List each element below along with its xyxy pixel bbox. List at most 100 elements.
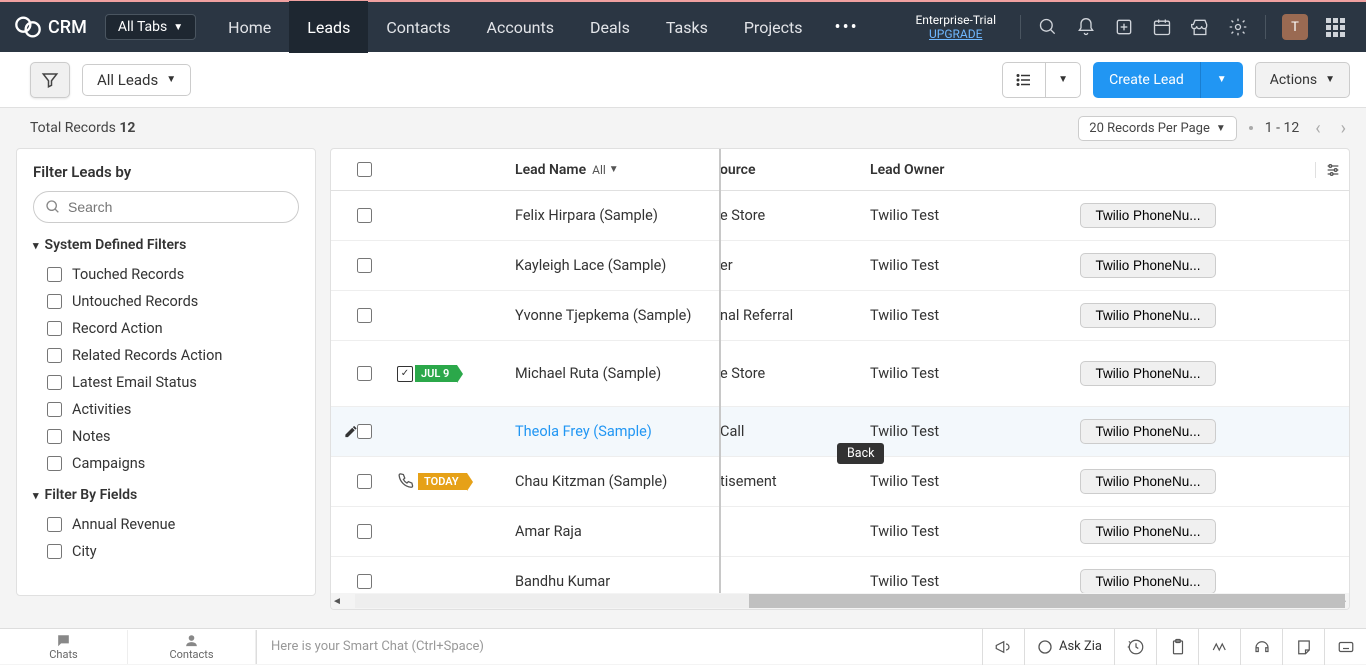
filter-item[interactable]: Record Action <box>33 315 299 342</box>
lead-name[interactable]: Yvonne Tjepkema (Sample) <box>515 307 691 324</box>
table-row[interactable]: ✓JUL 9Michael Ruta (Sample)e StoreTwilio… <box>331 341 1349 407</box>
announce-icon[interactable] <box>982 629 1024 665</box>
filter-item[interactable]: Notes <box>33 423 299 450</box>
filter-item[interactable]: Related Records Action <box>33 342 299 369</box>
sticky-icon[interactable] <box>1282 629 1324 665</box>
filter-item[interactable]: Campaigns <box>33 450 299 477</box>
search-icon[interactable] <box>1031 10 1065 44</box>
twilio-button[interactable]: Twilio PhoneNu... <box>1080 303 1216 328</box>
lead-name[interactable]: Amar Raja <box>515 523 582 540</box>
nav-more[interactable]: ••• <box>821 17 873 38</box>
shortcuts-icon[interactable] <box>1324 629 1366 665</box>
filter-checkbox[interactable] <box>47 267 62 282</box>
twilio-button[interactable]: Twilio PhoneNu... <box>1080 419 1216 444</box>
horizontal-scrollbar[interactable]: ◄ ► <box>331 593 1349 609</box>
th-all-filter[interactable]: All ▼ <box>592 163 619 177</box>
history-icon[interactable] <box>1114 629 1156 665</box>
nav-accounts[interactable]: Accounts <box>469 1 572 53</box>
table-row[interactable]: Yvonne Tjepkema (Sample)nal ReferralTwil… <box>331 291 1349 341</box>
contacts-tab[interactable]: Contacts <box>128 630 256 664</box>
lead-name[interactable]: Kayleigh Lace (Sample) <box>515 257 666 274</box>
th-owner[interactable]: Lead Owner <box>870 162 1070 178</box>
clipboard-icon[interactable] <box>1156 629 1198 665</box>
filter-checkbox[interactable] <box>47 294 62 309</box>
gear-icon[interactable] <box>1221 10 1255 44</box>
filter-button[interactable] <box>30 62 70 98</box>
scroll-left-icon[interactable]: ◄ <box>331 596 343 607</box>
lead-name[interactable]: Michael Ruta (Sample) <box>515 365 661 382</box>
filter-checkbox[interactable] <box>47 321 62 336</box>
row-checkbox[interactable] <box>357 258 372 273</box>
filter-item[interactable]: City <box>33 538 299 565</box>
prev-page[interactable]: ‹ <box>1311 118 1324 139</box>
filter-checkbox[interactable] <box>47 456 62 471</box>
calendar-icon[interactable] <box>1145 10 1179 44</box>
table-row[interactable]: Felix Hirpara (Sample)e StoreTwilio Test… <box>331 191 1349 241</box>
app-logo[interactable]: CRM <box>14 13 87 41</box>
upgrade-link[interactable]: UPGRADE <box>929 27 982 41</box>
twilio-button[interactable]: Twilio PhoneNu... <box>1080 569 1216 594</box>
create-lead-button[interactable]: Create Lead ▼ <box>1093 62 1243 98</box>
filter-item[interactable]: Annual Revenue <box>33 511 299 538</box>
filter-group-system[interactable]: System Defined Filters <box>33 237 299 253</box>
nav-deals[interactable]: Deals <box>572 1 648 53</box>
twilio-button[interactable]: Twilio PhoneNu... <box>1080 203 1216 228</box>
nav-home[interactable]: Home <box>210 1 289 53</box>
th-source[interactable]: ource <box>720 162 870 178</box>
headset-icon[interactable] <box>1240 629 1282 665</box>
lead-name[interactable]: Theola Frey (Sample) <box>515 423 652 440</box>
filter-checkbox[interactable] <box>47 375 62 390</box>
next-page[interactable]: › <box>1337 118 1350 139</box>
filter-checkbox[interactable] <box>47 402 62 417</box>
lead-name[interactable]: Chau Kitzman (Sample) <box>515 473 667 490</box>
marketplace-icon[interactable] <box>1183 10 1217 44</box>
twilio-button[interactable]: Twilio PhoneNu... <box>1080 519 1216 544</box>
select-all-checkbox[interactable] <box>357 162 372 177</box>
nav-projects[interactable]: Projects <box>726 1 821 53</box>
filter-item[interactable]: Activities <box>33 396 299 423</box>
page-size-select[interactable]: 20 Records Per Page ▼ <box>1078 116 1236 141</box>
th-lead-name[interactable]: Lead Name <box>515 162 586 178</box>
twilio-button[interactable]: Twilio PhoneNu... <box>1080 253 1216 278</box>
zigzag-icon[interactable] <box>1198 629 1240 665</box>
filter-search-input[interactable] <box>33 191 299 223</box>
lead-name[interactable]: Bandhu Kumar <box>515 573 610 590</box>
user-avatar[interactable]: T <box>1282 14 1308 40</box>
row-checkbox[interactable] <box>357 208 372 223</box>
bell-icon[interactable] <box>1069 10 1103 44</box>
row-checkbox[interactable] <box>357 474 372 489</box>
filter-group-fields[interactable]: Filter By Fields <box>33 487 299 503</box>
row-checkbox[interactable] <box>357 308 372 323</box>
ask-zia[interactable]: Ask Zia <box>1024 629 1114 665</box>
nav-tasks[interactable]: Tasks <box>648 1 726 53</box>
twilio-button[interactable]: Twilio PhoneNu... <box>1080 361 1216 386</box>
nav-contacts[interactable]: Contacts <box>368 1 468 53</box>
twilio-button[interactable]: Twilio PhoneNu... <box>1080 469 1216 494</box>
filter-item[interactable]: Latest Email Status <box>33 369 299 396</box>
add-icon[interactable] <box>1107 10 1141 44</box>
row-checkbox[interactable] <box>357 574 372 589</box>
view-selector[interactable]: All Leads ▼ <box>82 64 191 96</box>
actions-button[interactable]: Actions ▼ <box>1255 62 1350 98</box>
filter-item[interactable]: Untouched Records <box>33 288 299 315</box>
filter-item[interactable]: Touched Records <box>33 261 299 288</box>
lead-name[interactable]: Felix Hirpara (Sample) <box>515 207 658 224</box>
table-row[interactable]: TODAYChau Kitzman (Sample)tisementTwilio… <box>331 457 1349 507</box>
filter-checkbox[interactable] <box>47 517 62 532</box>
list-view-button[interactable]: ▼ <box>1002 62 1081 98</box>
apps-icon[interactable] <box>1318 10 1352 44</box>
chats-tab[interactable]: Chats <box>0 630 128 664</box>
column-settings[interactable] <box>1315 162 1349 178</box>
table-row[interactable]: Kayleigh Lace (Sample)erTwilio TestTwili… <box>331 241 1349 291</box>
table-row[interactable]: Amar RajaTwilio TestTwilio PhoneNu... <box>331 507 1349 557</box>
nav-leads[interactable]: Leads <box>289 1 368 53</box>
pencil-icon[interactable] <box>343 424 359 439</box>
column-resize-handle[interactable] <box>719 149 721 593</box>
row-checkbox[interactable] <box>357 366 372 381</box>
filter-checkbox[interactable] <box>47 544 62 559</box>
all-tabs-dropdown[interactable]: All Tabs ▼ <box>105 14 196 40</box>
filter-checkbox[interactable] <box>47 348 62 363</box>
smart-chat-hint[interactable]: Here is your Smart Chat (Ctrl+Space) <box>257 639 982 654</box>
filter-checkbox[interactable] <box>47 429 62 444</box>
row-checkbox[interactable] <box>357 524 372 539</box>
